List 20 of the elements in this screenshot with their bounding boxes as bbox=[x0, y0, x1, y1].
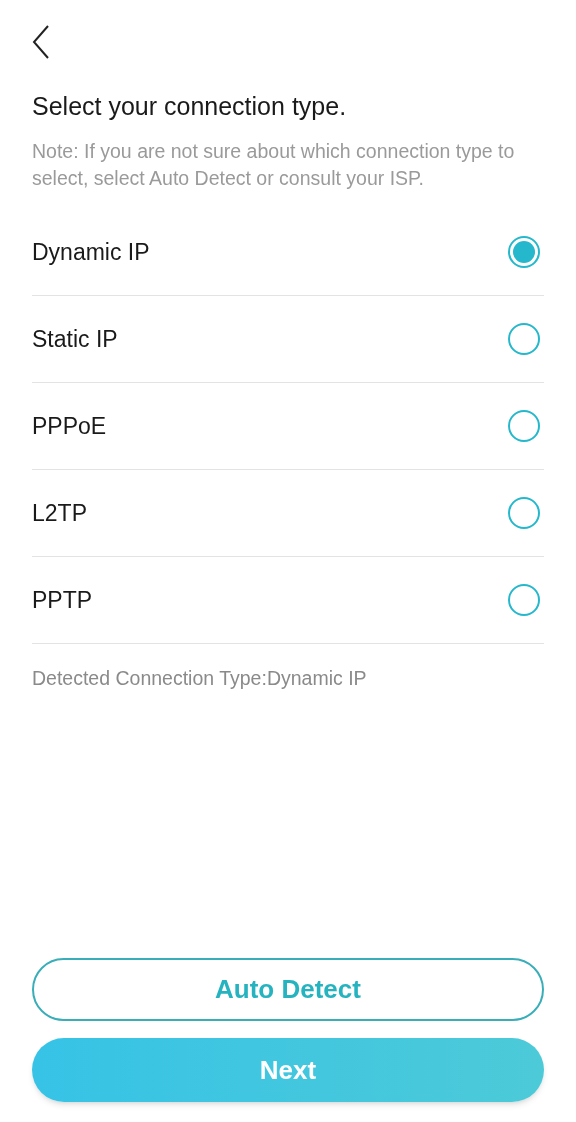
connection-option[interactable]: Static IP bbox=[32, 296, 544, 383]
back-button[interactable] bbox=[32, 24, 52, 60]
connection-option[interactable]: L2TP bbox=[32, 470, 544, 557]
option-label: PPTP bbox=[32, 585, 93, 615]
radio-button[interactable] bbox=[508, 236, 540, 268]
back-icon bbox=[30, 24, 52, 60]
page-title: Select your connection type. bbox=[32, 91, 348, 122]
connection-option[interactable]: PPPoE bbox=[32, 383, 544, 470]
option-label: PPPoE bbox=[32, 411, 107, 441]
connection-option[interactable]: PPTP bbox=[32, 557, 544, 644]
detected-type-text: Detected Connection Type:Dynamic IP bbox=[32, 666, 368, 691]
option-label: Dynamic IP bbox=[32, 237, 150, 267]
connection-option[interactable]: Dynamic IP bbox=[32, 209, 544, 296]
option-label: Static IP bbox=[32, 324, 118, 354]
note-text: Note: If you are not sure about which connection type to select, select Auto Detect or consult your ISP. bbox=[32, 139, 516, 191]
radio-button[interactable] bbox=[508, 497, 540, 529]
radio-button[interactable] bbox=[508, 584, 540, 616]
radio-button[interactable] bbox=[508, 323, 540, 355]
option-label: L2TP bbox=[32, 498, 87, 528]
radio-button[interactable] bbox=[508, 410, 540, 442]
